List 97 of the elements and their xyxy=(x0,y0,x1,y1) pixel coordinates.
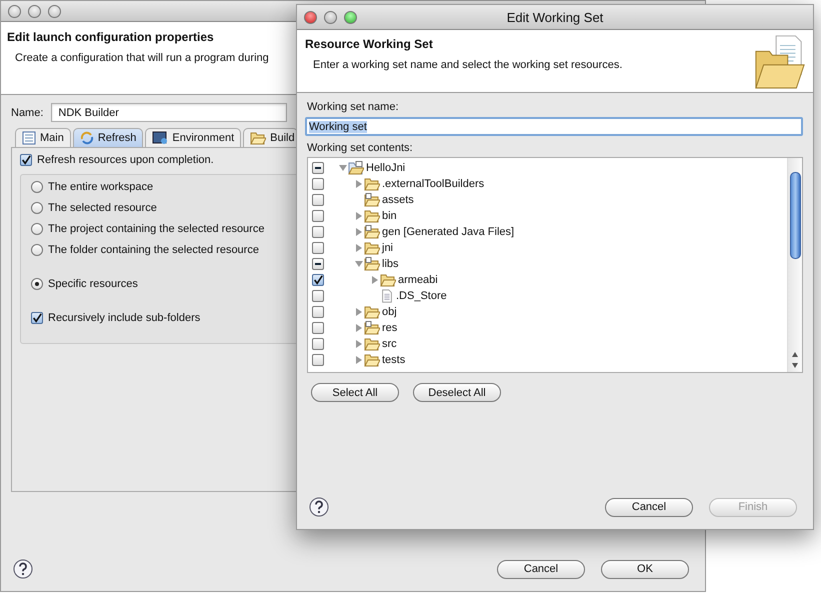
checkbox[interactable] xyxy=(312,290,324,302)
name-label: Name: xyxy=(11,106,44,118)
expanded-arrow-icon[interactable] xyxy=(339,164,347,172)
collapsed-arrow-icon[interactable] xyxy=(355,244,363,252)
window-control-button[interactable] xyxy=(344,10,357,24)
checkbox[interactable] xyxy=(312,162,324,174)
folder-icon xyxy=(364,353,380,367)
project-folder-icon xyxy=(348,161,364,175)
radio-label: The project containing the selected resource xyxy=(48,223,264,235)
checkbox[interactable] xyxy=(312,354,324,366)
checkbox[interactable] xyxy=(312,258,324,270)
tree-item[interactable]: bin xyxy=(382,210,397,222)
checkbox[interactable] xyxy=(312,306,324,318)
help-button[interactable] xyxy=(309,497,329,517)
checkbox[interactable] xyxy=(312,338,324,350)
window-title: Edit Working Set xyxy=(506,10,604,24)
tree-item[interactable]: tests xyxy=(382,354,406,366)
checkbox[interactable] xyxy=(312,226,324,238)
folder-icon xyxy=(364,177,380,191)
collapsed-arrow-icon[interactable] xyxy=(355,324,363,332)
checkbox-label: Recursively include sub-folders xyxy=(48,312,200,324)
tree-item[interactable]: .externalToolBuilders xyxy=(382,178,484,190)
tree-item[interactable]: libs xyxy=(382,258,399,270)
package-folder-icon xyxy=(364,225,380,239)
tree-item[interactable]: assets xyxy=(382,194,414,206)
tab[interactable]: Refresh xyxy=(72,128,144,147)
dialog-title: Edit launch configuration properties xyxy=(7,30,214,44)
radio-label: The folder containing the selected resource xyxy=(48,244,259,256)
collapsed-arrow-icon[interactable] xyxy=(355,212,363,220)
tab[interactable]: Main xyxy=(15,128,71,147)
checkbox[interactable] xyxy=(312,322,324,334)
checkbox[interactable] xyxy=(312,242,324,254)
package-folder-icon xyxy=(364,257,380,271)
checkbox-label: Refresh resources upon completion. xyxy=(37,154,214,166)
package-folder-icon xyxy=(364,321,380,335)
radio-label: The entire workspace xyxy=(48,181,154,193)
window-control-button[interactable] xyxy=(324,10,337,24)
tree-item[interactable]: .DS_Store xyxy=(396,290,447,302)
scrollbar[interactable] xyxy=(787,158,802,372)
checkbox[interactable] xyxy=(312,210,324,222)
radio-button[interactable] xyxy=(31,181,43,193)
window-control-button[interactable] xyxy=(28,4,41,18)
dialog-button[interactable]: Cancel xyxy=(605,498,693,516)
dialog-title: Resource Working Set xyxy=(305,37,433,51)
field-label: Working set contents: xyxy=(307,142,414,154)
list-button[interactable]: Select All xyxy=(311,383,399,402)
checkbox[interactable] xyxy=(312,178,324,190)
expanded-arrow-icon[interactable] xyxy=(355,260,363,268)
document-icon xyxy=(22,131,36,145)
file-icon xyxy=(380,288,394,304)
collapsed-arrow-icon[interactable] xyxy=(371,276,379,284)
folder-icon xyxy=(250,131,266,145)
collapsed-arrow-icon[interactable] xyxy=(355,356,363,364)
name-field[interactable]: NDK Builder xyxy=(51,103,287,122)
checkbox[interactable] xyxy=(31,312,43,324)
collapsed-arrow-icon[interactable] xyxy=(355,180,363,188)
checkbox[interactable] xyxy=(312,194,324,206)
radio-label: The selected resource xyxy=(48,202,157,214)
tree-item[interactable]: armeabi xyxy=(398,274,438,286)
folder-icon xyxy=(364,337,380,351)
radio-label: Specific resources xyxy=(48,278,138,290)
tab[interactable]: Environment xyxy=(145,128,242,147)
folder-icon xyxy=(364,305,380,319)
scroll-arrows-icon[interactable] xyxy=(791,350,799,370)
dialog-button[interactable]: Cancel xyxy=(497,560,585,578)
window-control-button[interactable] xyxy=(8,4,21,18)
tree-item[interactable]: gen [Generated Java Files] xyxy=(382,226,514,238)
dialog-button[interactable]: OK xyxy=(601,560,689,578)
environment-icon xyxy=(152,131,168,145)
package-folder-icon xyxy=(364,193,380,207)
folder-icon xyxy=(380,273,396,287)
tree-item[interactable]: res xyxy=(382,322,398,334)
window-control-button[interactable] xyxy=(48,4,61,18)
folder-icon xyxy=(364,241,380,255)
help-button[interactable] xyxy=(13,559,33,579)
radio-button[interactable] xyxy=(31,244,43,256)
tree-item[interactable]: HelloJni xyxy=(366,162,406,174)
radio-button[interactable] xyxy=(31,223,43,235)
field-label: Working set name: xyxy=(307,101,400,113)
checkbox[interactable] xyxy=(20,154,32,166)
name-field[interactable]: Working set xyxy=(305,117,803,136)
folder-icon xyxy=(364,209,380,223)
radio-button[interactable] xyxy=(31,202,43,214)
list-button[interactable]: Deselect All xyxy=(413,383,501,402)
tree-item[interactable]: src xyxy=(382,338,397,350)
refresh-icon xyxy=(80,131,94,145)
collapsed-arrow-icon[interactable] xyxy=(355,228,363,236)
tab[interactable]: Build xyxy=(243,128,298,147)
checkbox[interactable] xyxy=(312,274,324,286)
radio-button[interactable] xyxy=(31,278,43,290)
tree-item[interactable]: obj xyxy=(382,306,397,318)
dialog-description: Create a configuration that will run a program during xyxy=(15,52,269,64)
collapsed-arrow-icon[interactable] xyxy=(355,340,363,348)
dialog-description: Enter a working set name and select the working set resources. xyxy=(313,59,622,71)
window-control-button[interactable] xyxy=(304,10,317,24)
collapsed-arrow-icon[interactable] xyxy=(355,308,363,316)
tree-item[interactable]: jni xyxy=(382,242,394,254)
